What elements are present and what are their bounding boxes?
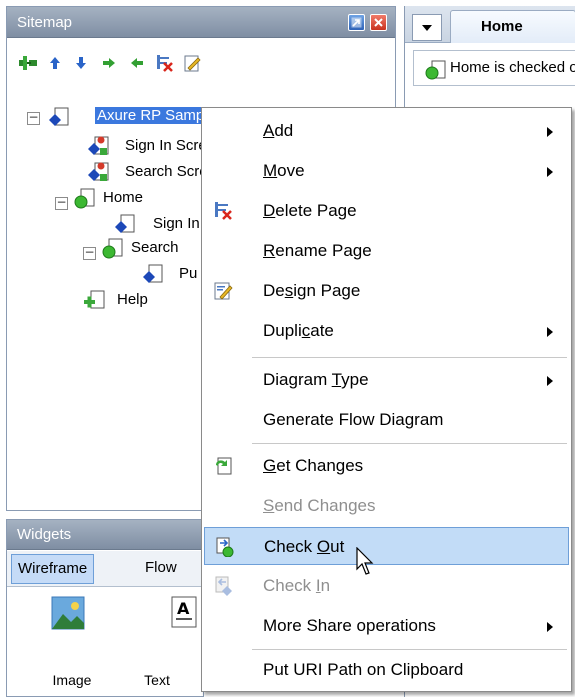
menu-item-get-changes[interactable]: Get Changes: [204, 447, 569, 485]
collapse-icon[interactable]: −: [83, 246, 96, 260]
widget-image-label: Image: [52, 672, 92, 688]
submenu-arrow-icon: [547, 376, 553, 386]
check-out-icon: [216, 537, 234, 557]
submenu-arrow-icon: [547, 167, 553, 177]
menu-item-get-changes-label: Get Changes: [263, 456, 364, 475]
menu-item-move[interactable]: Move: [204, 152, 569, 190]
menu-item-add-label: Add: [263, 121, 294, 140]
page-icon: [143, 264, 163, 283]
svg-text:A: A: [177, 599, 190, 618]
menu-item-check-in: Check In: [204, 567, 569, 605]
move-down-icon[interactable]: [71, 54, 91, 72]
design-page-icon: [214, 282, 233, 300]
tab-wireframe[interactable]: Wireframe: [11, 554, 95, 584]
submenu-arrow-icon: [547, 327, 553, 337]
sitemap-toolbar: [7, 39, 395, 83]
menu-item-more-share-operations[interactable]: More Share operations: [204, 607, 569, 645]
flow-page-icon: [88, 136, 109, 155]
menu-item-delete-page-label: Delete Page: [263, 201, 357, 220]
sitemap-title: Sitemap: [17, 14, 73, 31]
widget-text[interactable]: A Text: [127, 594, 197, 694]
search-page-icon: [102, 238, 123, 259]
get-changes-icon: [216, 457, 232, 475]
image-widget-icon: [51, 596, 85, 630]
move-up-icon[interactable]: [45, 54, 65, 72]
menu-item-design-page-label: Design Page: [263, 281, 361, 300]
submenu-arrow-icon: [547, 127, 553, 137]
menu-item-send-changes-label: Send Changes: [263, 496, 376, 515]
home-page-icon: [74, 188, 95, 209]
menu-item-check-in-label: Check In: [263, 576, 331, 595]
text-widget-icon: A: [171, 596, 197, 628]
menu-item-generate-flow-diagram[interactable]: Generate Flow Diagram: [204, 401, 569, 439]
menu-item-add[interactable]: Add: [204, 112, 569, 150]
menu-separator: [252, 357, 567, 358]
collapse-icon[interactable]: −: [27, 111, 40, 125]
widgets-title: Widgets: [17, 526, 72, 543]
tree-item-help[interactable]: Help: [117, 291, 148, 308]
collapse-icon[interactable]: −: [55, 196, 68, 210]
menu-item-duplicate[interactable]: Duplicate: [204, 312, 569, 350]
menu-item-design-page[interactable]: Design Page: [204, 272, 569, 310]
menu-item-duplicate-label: Duplicate: [263, 321, 334, 340]
add-page-icon[interactable]: [19, 54, 39, 72]
menu-item-rename-page-label: Rename Page: [263, 241, 372, 260]
tree-item-search[interactable]: Search: [131, 239, 179, 256]
widget-text-label: Text: [144, 672, 170, 688]
menu-item-put-uri-path[interactable]: Put URI Path on Clipboard: [204, 651, 569, 689]
home-page-icon: [425, 60, 446, 80]
outdent-icon[interactable]: [127, 54, 147, 72]
menu-item-check-out[interactable]: Check Out: [204, 527, 569, 565]
menu-item-diagram-type[interactable]: Diagram Type: [204, 361, 569, 399]
checkout-status-bar: Home is checked out: [413, 50, 575, 86]
widgets-panel: Widgets Wireframe Flow Image A Text: [6, 519, 204, 697]
menu-item-diagram-type-label: Diagram Type: [263, 370, 369, 389]
status-text: Home is checked out: [450, 59, 575, 76]
widget-tabs: Wireframe Flow: [7, 551, 203, 587]
page-icon[interactable]: [47, 106, 71, 128]
menu-item-move-label: Move: [263, 161, 305, 180]
menu-item-check-out-label: Check Out: [264, 537, 345, 556]
tab-home[interactable]: Home: [450, 10, 575, 43]
menu-separator: [252, 649, 567, 650]
delete-page-icon: [215, 202, 232, 220]
widget-image[interactable]: Image: [37, 594, 107, 694]
tree-item-home[interactable]: Home: [103, 189, 143, 206]
widgets-header: Widgets: [7, 520, 203, 550]
tab-flow[interactable]: Flow: [139, 554, 183, 584]
tab-dropdown-icon[interactable]: [412, 14, 442, 41]
menu-item-rename-page[interactable]: Rename Page: [204, 232, 569, 270]
edit-page-icon[interactable]: [183, 54, 203, 72]
page-icon: [115, 214, 135, 233]
menu-separator: [252, 443, 567, 444]
submenu-arrow-icon: [547, 622, 553, 632]
menu-item-delete-page[interactable]: Delete Page: [204, 192, 569, 230]
delete-page-icon[interactable]: [155, 54, 175, 72]
close-panel-icon[interactable]: [370, 14, 387, 31]
tab-strip: Home: [405, 6, 575, 43]
indent-icon[interactable]: [99, 54, 119, 72]
menu-item-put-uri-path-label: Put URI Path on Clipboard: [263, 660, 464, 679]
help-page-icon: [84, 290, 105, 309]
flow-page-icon: [88, 162, 109, 181]
menu-item-send-changes: Send Changes: [204, 487, 569, 525]
tree-item-root[interactable]: Axure RP Sample: [95, 107, 218, 124]
tree-item-sign-in[interactable]: Sign In: [153, 215, 200, 232]
context-menu: Add Move Delete Page Rename Page Design …: [201, 107, 572, 692]
float-panel-icon[interactable]: [348, 14, 365, 31]
mouse-cursor-icon: [356, 547, 374, 575]
check-in-icon: [215, 576, 232, 596]
menu-item-generate-flow-diagram-label: Generate Flow Diagram: [263, 410, 444, 429]
tree-item-pu[interactable]: Pu: [179, 265, 197, 282]
sitemap-header: Sitemap: [7, 7, 395, 38]
menu-item-more-share-operations-label: More Share operations: [263, 616, 436, 635]
